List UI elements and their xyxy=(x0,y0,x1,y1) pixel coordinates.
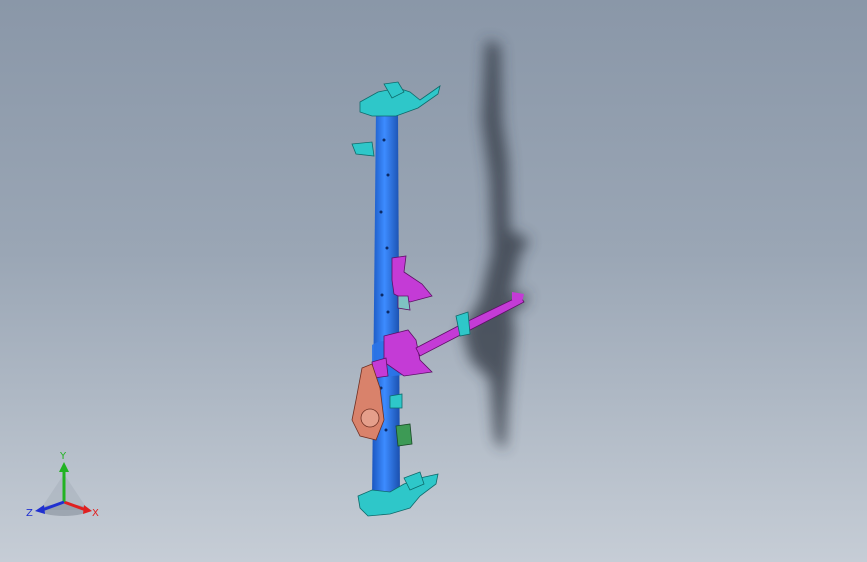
graphics-viewport[interactable]: Y X Z xyxy=(0,0,867,562)
model-view[interactable] xyxy=(0,0,867,562)
x-axis-label: X xyxy=(92,508,99,519)
part-shadow xyxy=(462,40,530,450)
view-triad[interactable]: Y X Z xyxy=(22,448,106,524)
mid-bracket-upper[interactable] xyxy=(391,255,433,311)
y-axis-label: Y xyxy=(59,451,67,462)
z-axis-label: Z xyxy=(26,508,33,519)
